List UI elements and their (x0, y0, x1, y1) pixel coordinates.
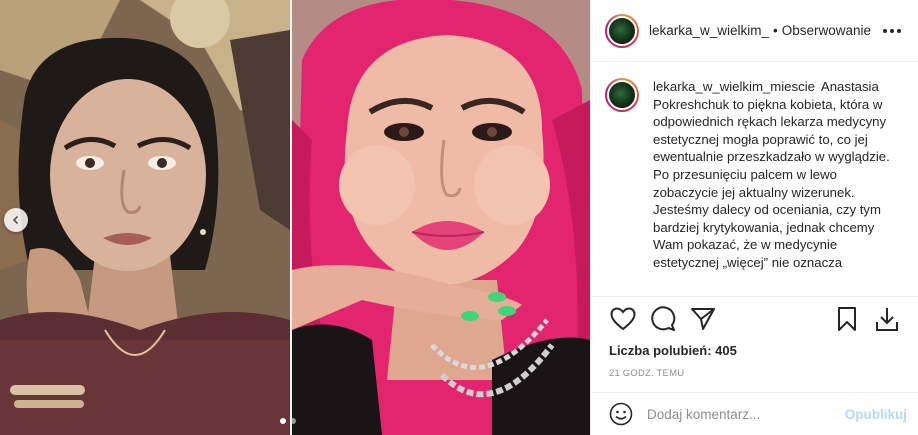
header-text: lekarka_w_wielkim_miescie • Obserwowanie (649, 23, 880, 38)
carousel-indicator (280, 418, 296, 424)
carousel-dot (290, 418, 296, 424)
photo-after-illustration (292, 0, 590, 435)
more-icon (883, 28, 901, 33)
like-button[interactable] (603, 299, 643, 339)
more-options-button[interactable] (880, 19, 904, 43)
chevron-left-icon (12, 215, 19, 225)
post-comment-button[interactable]: Opublikuj (845, 407, 907, 422)
heart-icon (610, 306, 636, 330)
post-media (0, 0, 590, 435)
caption-avatar[interactable] (605, 78, 639, 112)
post-header: lekarka_w_wielkim_miescie • Obserwowanie (591, 0, 918, 62)
comment-input[interactable] (647, 406, 845, 422)
carousel-prev-button[interactable] (4, 208, 28, 232)
username-link[interactable]: lekarka_w_wielkim_miescie (649, 23, 769, 38)
share-icon (691, 307, 715, 330)
caption-body: Anastasia Pokreshchuk to piękna kobieta,… (653, 79, 890, 270)
header-separator: • (773, 23, 778, 38)
caption: lekarka_w_wielkim_miescie Anastasia Pokr… (591, 78, 918, 296)
comment-button[interactable] (643, 299, 683, 339)
share-button[interactable] (683, 299, 723, 339)
download-icon (876, 307, 898, 331)
photo-before-illustration (0, 0, 290, 435)
bookmark-icon (838, 306, 856, 331)
post-sidebar: lekarka_w_wielkim_miescie • Obserwowanie… (590, 0, 918, 435)
emoji-icon (609, 402, 633, 426)
save-button[interactable] (827, 299, 867, 339)
photo-after (292, 0, 590, 435)
likes-count[interactable]: Liczba polubień: 405 (609, 343, 737, 358)
comment-bar: Opublikuj (591, 392, 918, 435)
caption-username-link[interactable]: lekarka_w_wielkim_miescie (653, 79, 815, 94)
following-button[interactable]: Obserwowanie (782, 23, 871, 38)
download-button[interactable] (867, 299, 907, 339)
comment-icon (651, 305, 676, 331)
carousel-dot (280, 418, 286, 424)
emoji-button[interactable] (607, 400, 635, 428)
post-actions (591, 296, 918, 340)
post-timestamp[interactable]: 21 GODZ. TEMU (609, 368, 684, 379)
caption-text-block: lekarka_w_wielkim_miescie Anastasia Pokr… (653, 78, 903, 296)
avatar[interactable] (605, 13, 639, 48)
photo-before (0, 0, 290, 435)
